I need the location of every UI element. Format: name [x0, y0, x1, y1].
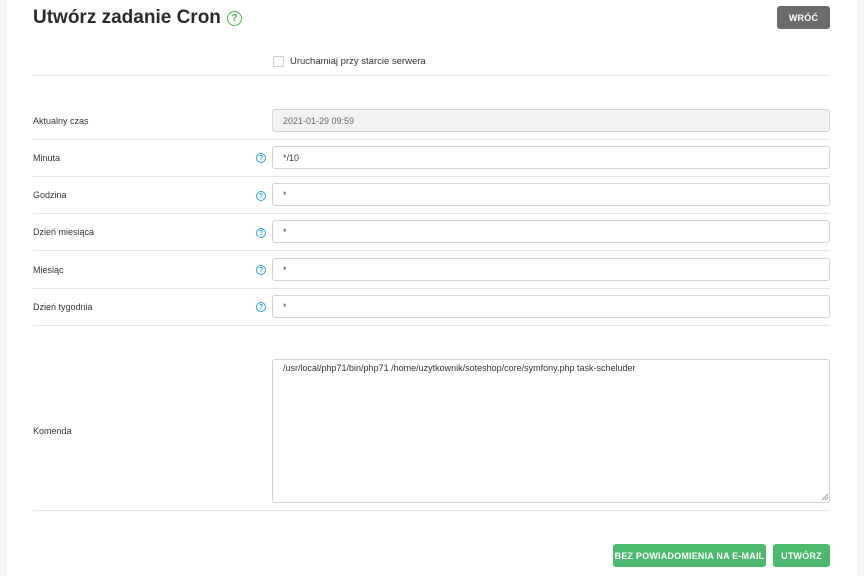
run-on-start-option[interactable]: Uruchamiaj przy starcie serwera — [273, 56, 426, 67]
day-of-month-input[interactable] — [272, 220, 830, 243]
minute-input[interactable] — [272, 146, 830, 169]
current-time-label: Aktualny czas — [33, 116, 89, 126]
page-title: Utwórz zadanie Cron ? — [33, 7, 242, 29]
resize-handle-icon[interactable] — [820, 492, 829, 501]
hour-input[interactable] — [272, 183, 830, 206]
divider — [33, 213, 830, 214]
create-button[interactable]: UTWÓRZ — [773, 544, 830, 567]
back-button[interactable]: WRÓĆ — [777, 6, 830, 29]
title-help-icon[interactable]: ? — [226, 10, 242, 26]
day-of-week-label: Dzień tygodnia — [33, 302, 93, 312]
divider — [33, 75, 830, 76]
divider — [33, 250, 830, 251]
no-email-button[interactable]: BEZ POWIADOMIENIA NA E-MAIL — [613, 544, 766, 567]
day-of-month-label: Dzień miesiąca — [33, 227, 95, 237]
run-on-start-checkbox[interactable] — [273, 56, 284, 67]
command-label: Komenda — [33, 426, 72, 436]
minute-label: Minuta — [33, 153, 61, 163]
day-of-week-input[interactable] — [272, 295, 830, 318]
day-of-month-help-icon[interactable]: ? — [256, 228, 266, 238]
month-input[interactable] — [272, 258, 830, 281]
command-textarea[interactable]: /usr/local/php71/bin/php71 /home/uzytkow… — [272, 359, 830, 503]
divider — [33, 288, 830, 289]
current-time-field — [272, 109, 830, 132]
divider — [33, 325, 830, 326]
page-title-text: Utwórz zadanie Cron — [33, 7, 221, 28]
day-of-week-help-icon[interactable]: ? — [256, 302, 266, 312]
hour-label: Godzina — [33, 190, 67, 200]
minute-help-icon[interactable]: ? — [256, 153, 266, 163]
month-help-icon[interactable]: ? — [256, 265, 266, 275]
hour-help-icon[interactable]: ? — [256, 191, 266, 201]
divider — [33, 510, 830, 511]
run-on-start-label: Uruchamiaj przy starcie serwera — [290, 56, 426, 67]
divider — [33, 176, 830, 177]
month-label: Miesiąc — [33, 265, 64, 275]
divider — [33, 139, 830, 140]
